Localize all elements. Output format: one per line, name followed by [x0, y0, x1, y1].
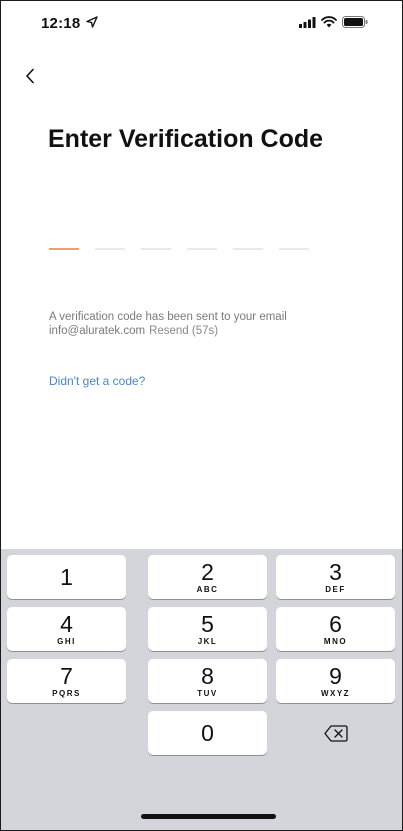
key-9[interactable]: 9 WXYZ [276, 659, 395, 703]
key-1[interactable]: 1 [7, 555, 126, 599]
key-letters: PQRS [52, 689, 81, 698]
backspace-icon [323, 724, 348, 742]
key-7[interactable]: 7 PQRS [7, 659, 126, 703]
status-time: 12:18 [41, 15, 81, 32]
code-slot [279, 248, 309, 250]
key-0[interactable]: 0 [148, 711, 267, 755]
email-address: info@aluratek.com [49, 325, 146, 337]
code-slot [49, 248, 79, 250]
key-6[interactable]: 6 MNO [276, 607, 395, 651]
back-button[interactable] [19, 63, 41, 89]
page-title: Enter Verification Code [48, 125, 324, 153]
key-digit: 5 [201, 611, 214, 637]
numeric-keypad: 1 2 ABC 3 DEF 4 GHI 5 JKL 6 MNO 7 PQRS 8 TUV 9 WXYZ 0 [1, 549, 402, 830]
key-3[interactable]: 3 DEF [276, 555, 395, 599]
key-digit: 8 [201, 663, 214, 689]
code-slot [95, 248, 125, 250]
key-letters: MNO [323, 637, 348, 646]
key-letters: WXYZ [320, 689, 351, 698]
key-2[interactable]: 2 ABC [148, 555, 267, 599]
home-indicator [141, 814, 276, 819]
wifi-icon [321, 16, 337, 28]
didnt-get-code-link[interactable]: Didn't get a code? [49, 374, 145, 388]
key-letters: TUV [197, 689, 218, 698]
email-line: info@aluratek.com Resend (57s) [49, 324, 369, 338]
code-slots[interactable] [49, 248, 309, 250]
location-arrow-icon [86, 16, 98, 28]
key-8[interactable]: 8 TUV [148, 659, 267, 703]
phone-screen: 12:18 Enter Verification Code A verifica… [0, 0, 403, 831]
resend-button[interactable]: Resend (57s) [149, 325, 218, 337]
verification-info: A verification code has been sent to you… [49, 310, 369, 338]
key-4[interactable]: 4 GHI [7, 607, 126, 651]
key-letters: JKL [197, 637, 218, 646]
key-digit: 9 [329, 663, 342, 689]
key-digit: 4 [60, 611, 73, 637]
key-digit: 0 [201, 720, 214, 746]
key-digit: 2 [201, 559, 214, 585]
code-slot [233, 248, 263, 250]
key-digit: 6 [329, 611, 342, 637]
delete-key[interactable] [276, 711, 395, 755]
key-digit: 3 [329, 559, 342, 585]
code-slot [187, 248, 217, 250]
key-letters: GHI [57, 637, 76, 646]
key-letters: DEF [325, 585, 346, 594]
chevron-left-icon [26, 68, 34, 84]
key-5[interactable]: 5 JKL [148, 607, 267, 651]
status-icons [299, 16, 368, 28]
status-bar: 12:18 [1, 1, 402, 45]
code-slot [141, 248, 171, 250]
key-letters: ABC [196, 585, 219, 594]
key-digit: 1 [60, 564, 73, 590]
battery-icon [342, 16, 368, 28]
verification-message: A verification code has been sent to you… [49, 311, 287, 323]
signal-icon [299, 16, 316, 28]
key-digit: 7 [60, 663, 73, 689]
